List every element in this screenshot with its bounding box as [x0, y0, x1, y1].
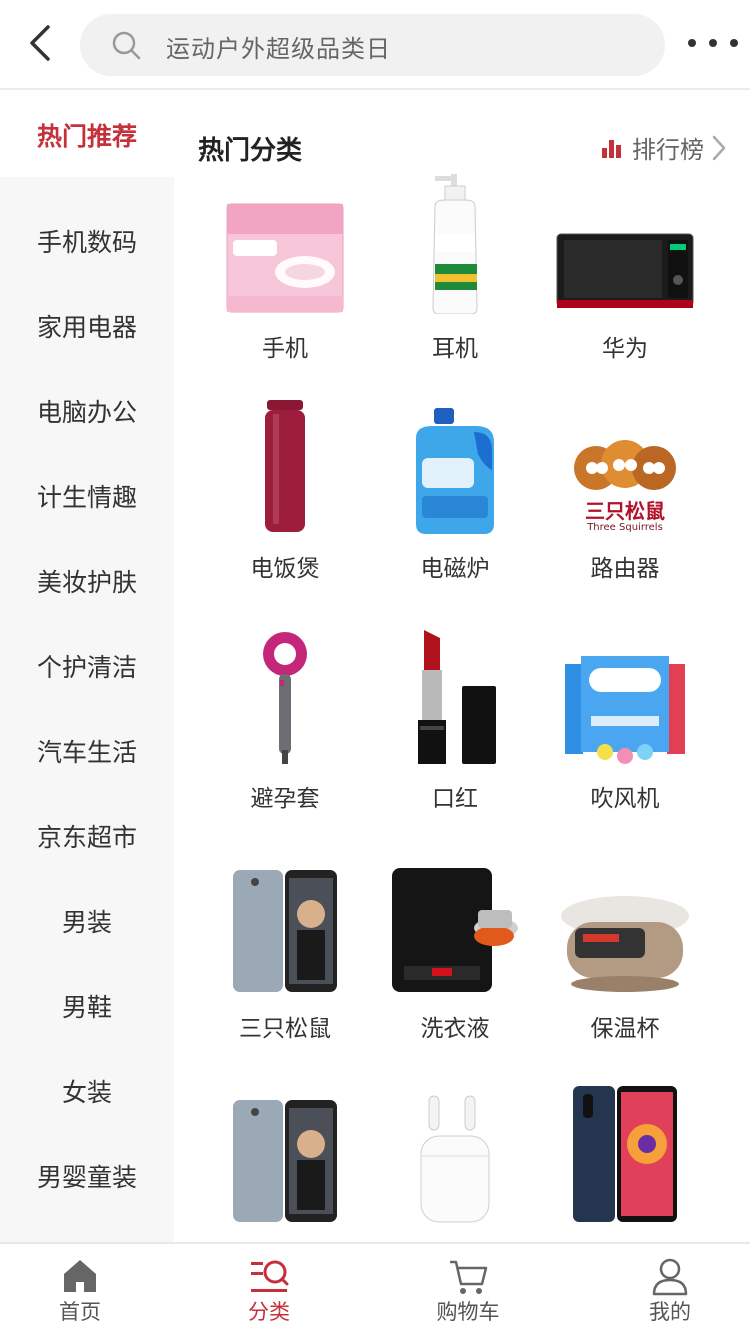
back-button[interactable] — [20, 18, 60, 68]
microwave-icon — [555, 184, 695, 314]
condom-boxes-icon — [565, 634, 685, 764]
category-item-label: 三只松鼠 — [239, 1016, 331, 1042]
ranking-label: 排行榜 — [632, 136, 704, 164]
user-icon — [652, 1258, 688, 1296]
category-item-label: 吹风机 — [590, 786, 660, 812]
category-item[interactable]: 华为 — [540, 184, 710, 414]
sidebar-item-mens-shoes[interactable]: 男鞋 — [0, 963, 174, 1048]
tab-profile[interactable]: 我的 — [610, 1244, 730, 1334]
category-search-icon — [251, 1260, 289, 1292]
category-item[interactable]: 耳机 — [370, 174, 540, 414]
sidebar-item-computers[interactable]: 电脑办公 — [0, 368, 174, 453]
category-item[interactable]: 三只松鼠 Three Squirrels 路由器 — [540, 404, 710, 634]
category-sidebar: 热门推荐 手机数码 家用电器 电脑办公 计生情趣 美妆护肤 个护清洁 汽车生活 … — [0, 92, 174, 1242]
category-item[interactable]: 洗衣液 — [370, 864, 540, 1094]
sidebar-item-auto[interactable]: 汽车生活 — [0, 708, 174, 793]
brand-logo-text: 三只松鼠 — [585, 499, 665, 523]
category-item[interactable] — [200, 1094, 370, 1242]
category-item-label: 华为 — [602, 336, 648, 362]
sidebar-item-womenswear[interactable]: 女装 — [0, 1048, 174, 1133]
dot-icon — [730, 39, 738, 47]
category-item[interactable]: 手机 — [200, 184, 370, 414]
category-item-label: 路由器 — [590, 556, 660, 582]
category-item[interactable]: 避孕套 — [200, 632, 370, 864]
sidebar-item-kids[interactable]: 男婴童装 — [0, 1133, 174, 1218]
category-item-label: 避孕套 — [250, 786, 320, 812]
tab-category[interactable]: 分类 — [209, 1244, 329, 1334]
sidebar-item-hot[interactable]: 热门推荐 — [0, 92, 174, 177]
home-icon — [64, 1260, 96, 1292]
category-content: 热门分类 排行榜 手机 耳机 华为 电饭煲 电磁炉 三只松鼠 Three Squ… — [174, 92, 750, 1242]
search-icon — [112, 31, 141, 60]
huawei-phone-icon — [565, 1086, 685, 1224]
shampoo-bottle-icon — [395, 174, 515, 314]
dot-icon — [709, 39, 717, 47]
lipstick-icon — [395, 630, 515, 764]
section-title: 热门分类 — [198, 136, 303, 166]
category-item[interactable]: 电饭煲 — [200, 400, 370, 634]
category-item-label: 保温杯 — [590, 1016, 660, 1042]
brand-logo-subtext: Three Squirrels — [587, 522, 663, 533]
pads-pack-icon — [225, 184, 345, 314]
cart-icon — [450, 1260, 488, 1294]
detergent-bottle-icon — [395, 404, 515, 534]
sidebar-item-beauty[interactable]: 美妆护肤 — [0, 538, 174, 623]
category-item[interactable] — [540, 1086, 710, 1242]
category-item[interactable]: 保温杯 — [540, 864, 710, 1094]
category-item[interactable]: 电磁炉 — [370, 404, 540, 634]
bar-chart-icon — [602, 139, 621, 158]
tab-home[interactable]: 首页 — [20, 1244, 140, 1334]
category-item[interactable]: 三只松鼠 — [200, 864, 370, 1094]
tab-label: 购物车 — [436, 1300, 500, 1324]
dot-icon — [688, 39, 696, 47]
three-squirrels-logo-icon: 三只松鼠 Three Squirrels — [565, 404, 685, 534]
hair-dryer-icon — [225, 632, 345, 764]
sidebar-item-appliances[interactable]: 家用电器 — [0, 283, 174, 368]
sidebar-item-menswear[interactable]: 男装 — [0, 878, 174, 963]
ranking-link[interactable]: 排行榜 — [602, 130, 738, 165]
category-item[interactable]: 口红 — [370, 630, 540, 864]
tab-label: 分类 — [248, 1300, 290, 1324]
tab-cart[interactable]: 购物车 — [408, 1244, 528, 1334]
induction-cooker-icon — [390, 864, 520, 994]
category-item-label: 电饭煲 — [250, 556, 320, 582]
category-item[interactable] — [370, 1094, 540, 1242]
rice-cooker-icon — [555, 864, 695, 994]
bottom-tab-bar: 首页 分类 购物车 我的 — [0, 1242, 750, 1334]
smartphone-icon — [225, 1094, 345, 1224]
chevron-left-icon — [30, 25, 50, 61]
earbuds-case-icon — [395, 1094, 515, 1224]
tab-label: 我的 — [649, 1300, 691, 1324]
sidebar-item-adult[interactable]: 计生情趣 — [0, 453, 174, 538]
tab-label: 首页 — [59, 1300, 101, 1324]
sidebar-item-personal-care[interactable]: 个护清洁 — [0, 623, 174, 708]
more-button[interactable] — [688, 28, 738, 58]
chevron-right-icon — [712, 135, 726, 160]
sidebar-item-phones[interactable]: 手机数码 — [0, 198, 174, 283]
category-item[interactable]: 吹风机 — [540, 634, 710, 864]
category-item-label: 耳机 — [432, 336, 478, 362]
search-input[interactable]: 运动户外超级品类日 — [80, 14, 665, 76]
category-item-label: 电磁炉 — [420, 556, 490, 582]
category-item-label: 洗衣液 — [420, 1016, 490, 1042]
header: 运动户外超级品类日 — [0, 0, 750, 90]
sidebar-item-supermarket[interactable]: 京东超市 — [0, 793, 174, 878]
thermos-icon — [225, 400, 345, 534]
search-placeholder: 运动户外超级品类日 — [166, 35, 391, 63]
category-item-label: 手机 — [262, 336, 308, 362]
smartphone-icon — [225, 864, 345, 994]
category-item-label: 口红 — [432, 786, 478, 812]
